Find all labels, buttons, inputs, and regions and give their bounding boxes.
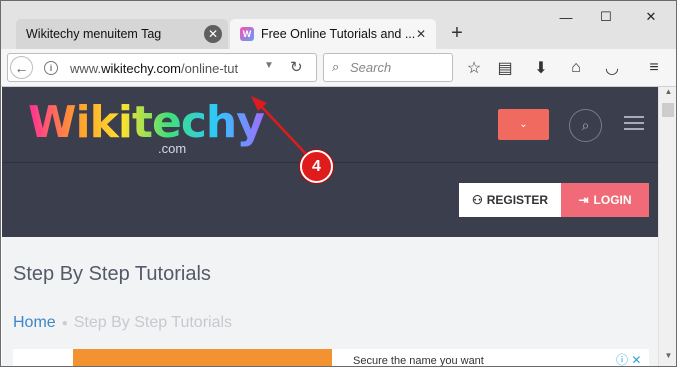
- browser-window: Wikitechy menuitem Tag ✕ W Free Online T…: [0, 0, 677, 367]
- breadcrumb-current: Step By Step Tutorials: [73, 314, 233, 331]
- tab-free-online-tutorials[interactable]: W Free Online Tutorials and ... ✕: [230, 19, 436, 49]
- scroll-down-icon[interactable]: ▼: [659, 351, 676, 365]
- site-logo-suffix: .com: [158, 141, 187, 156]
- annotation-badge: 4: [300, 150, 333, 183]
- pocket-icon[interactable]: ◡: [601, 57, 623, 79]
- url-text[interactable]: www.wikitechy.com/online-tut: [70, 61, 260, 76]
- new-tab-button[interactable]: +: [445, 21, 469, 45]
- reload-icon[interactable]: ↻: [290, 58, 303, 76]
- site-search-icon[interactable]: ⌕: [569, 109, 602, 142]
- tab-strip: Wikitechy menuitem Tag ✕ W Free Online T…: [1, 1, 676, 49]
- favicon-icon: W: [240, 27, 254, 41]
- url-dropdown-icon[interactable]: ▼: [264, 60, 274, 71]
- vertical-scrollbar[interactable]: ▲ ▼: [658, 87, 676, 366]
- info-icon[interactable]: i: [44, 61, 58, 75]
- navigation-bar: ← i www.wikitechy.com/online-tut ▼ ↻ ⌕ S…: [1, 49, 676, 87]
- dropdown-toggle-button[interactable]: ⌄: [498, 109, 549, 140]
- maximize-button[interactable]: ☐: [586, 5, 626, 29]
- tab-close-icon[interactable]: ✕: [204, 25, 222, 43]
- minimize-button[interactable]: —: [546, 5, 586, 29]
- ad-info-close-icon[interactable]: ⓘ ✕: [616, 351, 641, 366]
- site-logo[interactable]: Wikitechy: [28, 97, 265, 148]
- star-icon[interactable]: ☆: [463, 57, 485, 79]
- scrollbar-thumb[interactable]: [662, 103, 674, 117]
- download-icon[interactable]: ⬇: [530, 57, 552, 79]
- scroll-up-icon[interactable]: ▲: [659, 87, 676, 101]
- login-button[interactable]: ⇥ LOGIN: [561, 183, 649, 217]
- tab-label: Free Online Tutorials and ...: [261, 27, 416, 41]
- breadcrumb-home-link[interactable]: Home: [13, 314, 56, 332]
- tab-label: Wikitechy menuitem Tag: [26, 27, 162, 41]
- ad-image: [73, 349, 332, 366]
- web-page: Wikitechy .com ⌄ ⌕ ⚇ REGISTER ⇥ LOGIN St…: [2, 87, 658, 367]
- url-prefix: www.: [70, 61, 102, 76]
- home-icon[interactable]: ⌂: [565, 57, 587, 79]
- url-domain: wikitechy.com: [101, 61, 182, 76]
- login-icon: ⇥: [578, 193, 589, 207]
- search-placeholder: Search: [350, 60, 392, 75]
- user-icon: ⚇: [471, 193, 483, 207]
- tab-wikitechy-menuitem[interactable]: Wikitechy menuitem Tag ✕: [16, 19, 228, 49]
- advertisement-banner[interactable]: Secure the name you want ⓘ ✕: [13, 349, 649, 367]
- reading-list-icon[interactable]: ▤: [494, 57, 516, 79]
- hamburger-menu-icon[interactable]: [624, 116, 644, 132]
- menu-icon[interactable]: ≡: [643, 57, 665, 79]
- chevron-down-icon: ⌄: [519, 119, 528, 130]
- close-window-button[interactable]: ✕: [631, 5, 671, 29]
- breadcrumb-separator: ●: [61, 317, 68, 329]
- search-icon: ⌕: [332, 59, 340, 74]
- login-label: LOGIN: [593, 193, 632, 207]
- register-button[interactable]: ⚇ REGISTER: [459, 183, 561, 217]
- back-arrow-icon[interactable]: ←: [10, 56, 33, 79]
- search-input[interactable]: ⌕ Search: [323, 53, 453, 82]
- tab-close-icon[interactable]: ✕: [412, 25, 430, 43]
- ad-text: Secure the name you want: [353, 355, 484, 367]
- breadcrumb: Home ● Step By Step Tutorials: [13, 314, 232, 332]
- register-label: REGISTER: [486, 193, 549, 207]
- url-path: /online-tut: [181, 61, 239, 76]
- url-bar[interactable]: ← i www.wikitechy.com/online-tut ▼ ↻: [7, 53, 317, 82]
- page-title: Step By Step Tutorials: [13, 263, 211, 285]
